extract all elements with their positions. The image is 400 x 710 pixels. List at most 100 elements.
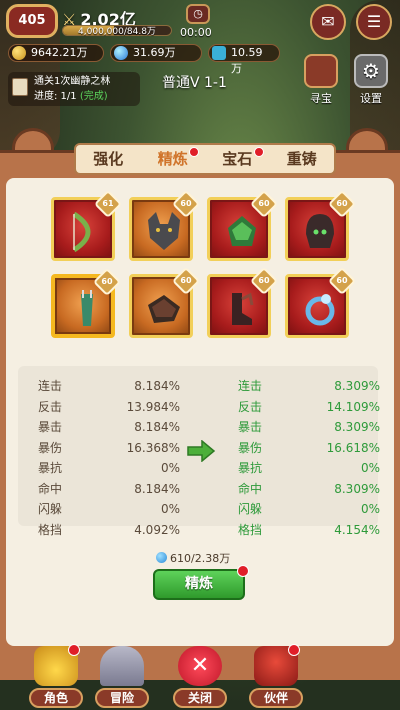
notification-dot [68,644,80,656]
stat-row: 反击 13.984% [38,397,180,418]
timer-icon[interactable]: ◷ [186,4,210,24]
treasure-label: 寻宝 [310,92,332,105]
equipment-slot-helmet[interactable]: 60 [285,189,357,261]
stage-name: 普通V 1-1 [162,75,227,91]
stat-value: 0% [360,461,380,475]
stat-row: 暴抗 0% [38,458,180,479]
bow-icon [72,211,91,253]
refine-button[interactable]: 精炼 [153,565,249,600]
notification-dot [288,644,300,656]
gem-counter[interactable]: 31.69万 [110,44,202,62]
nav-character-label: 角色 [29,688,83,708]
experience-text: 4,000,000/84.8万 [78,27,156,37]
refine-stone-icon [156,552,167,563]
stat-value: 8.309% [334,481,380,496]
stat-value: 0% [160,502,180,516]
stat-row: 闪躲 0% [238,499,380,520]
tab-gem[interactable]: 宝石 [205,145,270,173]
stat-row: 格挡 4.154% [238,520,380,541]
settings-label: 设置 [360,92,382,105]
tab-refine[interactable]: 精炼 [141,145,206,173]
stat-value: 4.092% [134,522,180,537]
stat-value: 8.184% [134,379,180,393]
equipment-slot-bow[interactable]: 61 [51,189,123,261]
gem-value: 31.69万 [133,46,176,59]
stat-row: 命中 8.184% [38,479,180,500]
stat-name: 暴击 [238,420,263,434]
quiver-icon [81,290,93,326]
equipment-slot-armor[interactable]: 60 [207,189,279,261]
timer-text: 00:00 [180,26,212,39]
ring-icon [305,294,335,326]
stat-name: 连击 [238,379,263,393]
equipment-slot-quiver[interactable]: 60 [51,267,122,338]
notification-dot [237,565,249,577]
stat-name: 闪躲 [238,502,263,516]
stat-row: 命中 8.309% [238,479,380,500]
stat-name: 暴伤 [238,440,263,455]
quest-tracker[interactable]: 通关1次幽静之林 进度: 1/1 (完成) [8,72,140,106]
ticket-counter[interactable]: 10.59万 [208,44,280,75]
nav-close[interactable]: ✕ 关闭 [170,646,230,708]
refine-cost-value: 610/2.38万 [170,552,231,565]
notification-dot [189,147,199,157]
stat-name: 格挡 [238,522,263,537]
stat-name: 反击 [38,399,63,414]
stat-value: 16.368% [126,440,180,455]
player-level-badge[interactable]: 405 [6,4,58,38]
gloves-icon [148,295,180,323]
nav-partner-label: 伙伴 [249,688,303,708]
nav-partner[interactable]: 伙伴 [246,644,306,708]
menu-button[interactable]: ☰ [356,4,392,40]
stat-value: 4.154% [334,522,380,537]
stat-name: 命中 [238,481,263,496]
gold-value: 9642.21万 [31,46,88,59]
ticket-icon [212,46,226,60]
stat-row: 格挡 4.092% [38,520,180,541]
nav-close-label: 关闭 [173,688,227,708]
arrow-right-icon [187,440,216,462]
stat-row: 连击 8.184% [38,376,180,397]
stat-value: 0% [160,461,180,475]
equipment-slot-boots[interactable]: 60 [207,266,279,338]
stat-row: 连击 8.309% [238,376,380,397]
stat-value: 16.618% [326,440,380,455]
stat-value: 8.309% [334,379,380,393]
treasure-icon [304,54,338,88]
helmet-icon [306,214,334,248]
boots-icon [232,292,254,325]
gold-counter[interactable]: 9642.21万 [8,44,104,62]
stat-value: 8.184% [134,420,180,434]
stat-row: 暴击 8.184% [38,417,180,438]
nav-adventure[interactable]: 冒险 [92,646,152,708]
scroll-icon [12,78,28,96]
nav-character[interactable]: 角色 [26,644,86,708]
refine-cost: 610/2.38万 [156,550,230,566]
tab-reforge[interactable]: 重铸 [270,145,335,173]
stat-name: 暴击 [38,420,63,434]
current-stats: 连击 8.184% 反击 13.984% 暴击 8.184% 暴伤 16.368% 暴抗… [38,376,180,540]
stat-name: 反击 [238,399,263,414]
equipment-slot-ring[interactable]: 60 [285,266,357,338]
treasure-button[interactable]: 寻宝 [300,54,342,106]
stat-row: 暴伤 16.368% [38,438,180,459]
stat-name: 暴伤 [38,440,63,455]
nav-adventure-label: 冒险 [95,688,149,708]
equipment-slot-gloves[interactable]: 60 [129,266,201,338]
close-icon: ✕ [178,646,222,686]
bottom-nav: 角色 冒险 ✕ 关闭 伙伴 [0,642,400,710]
gold-coin-icon [12,46,26,60]
stat-name: 闪躲 [38,502,63,516]
armor-icon [228,216,256,246]
stat-name: 连击 [38,379,63,393]
settings-button[interactable]: ⚙ 设置 [350,54,392,106]
equipment-slot-wolf-helmet[interactable]: 60 [129,189,201,261]
diamond-icon [114,46,128,60]
stat-name: 格挡 [38,522,63,537]
quest-progress: 进度: 1/1 (完成) [34,91,108,102]
stat-value: 8.184% [134,481,180,496]
stat-value: 13.984% [126,399,180,414]
tab-enhance[interactable]: 强化 [76,145,141,173]
stat-row: 闪躲 0% [38,499,180,520]
mail-button[interactable]: ✉ [310,4,346,40]
